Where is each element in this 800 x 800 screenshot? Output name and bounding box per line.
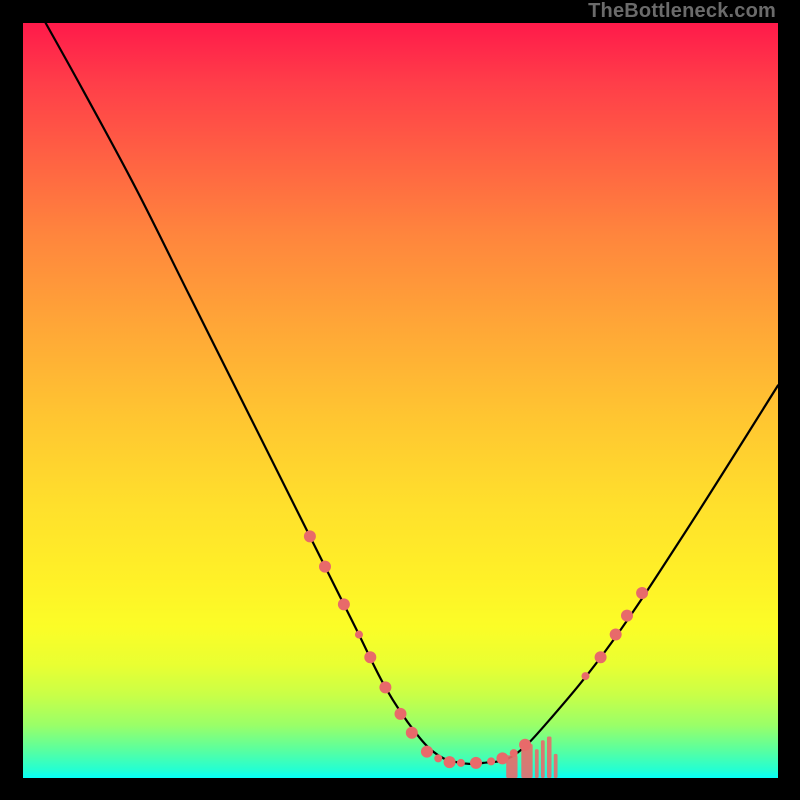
marker-18	[595, 651, 607, 663]
streak-4	[547, 736, 552, 778]
marker-0	[304, 530, 316, 542]
marker-9	[434, 754, 442, 762]
marker-6	[395, 708, 407, 720]
streak-5	[554, 754, 558, 778]
plot-area	[23, 23, 778, 778]
marker-3	[355, 631, 363, 639]
marker-15	[510, 749, 518, 757]
streak-2	[535, 749, 539, 778]
marker-7	[406, 727, 418, 739]
marker-12	[470, 757, 482, 769]
watermark-label: TheBottleneck.com	[588, 0, 776, 23]
marker-14	[496, 752, 508, 764]
marker-19	[610, 629, 622, 641]
marker-13	[487, 757, 495, 765]
marker-10	[444, 756, 456, 768]
marker-5	[379, 681, 391, 693]
marker-16	[519, 739, 531, 751]
bottleneck-curve	[46, 23, 778, 764]
marker-20	[621, 610, 633, 622]
chart-svg	[23, 23, 778, 778]
streak-3	[541, 740, 545, 778]
marker-4	[364, 651, 376, 663]
marker-1	[319, 561, 331, 573]
chart-frame: TheBottleneck.com	[0, 0, 800, 800]
marker-21	[636, 587, 648, 599]
marker-8	[421, 746, 433, 758]
marker-2	[338, 598, 350, 610]
marker-11	[457, 759, 465, 767]
marker-17	[581, 672, 589, 680]
